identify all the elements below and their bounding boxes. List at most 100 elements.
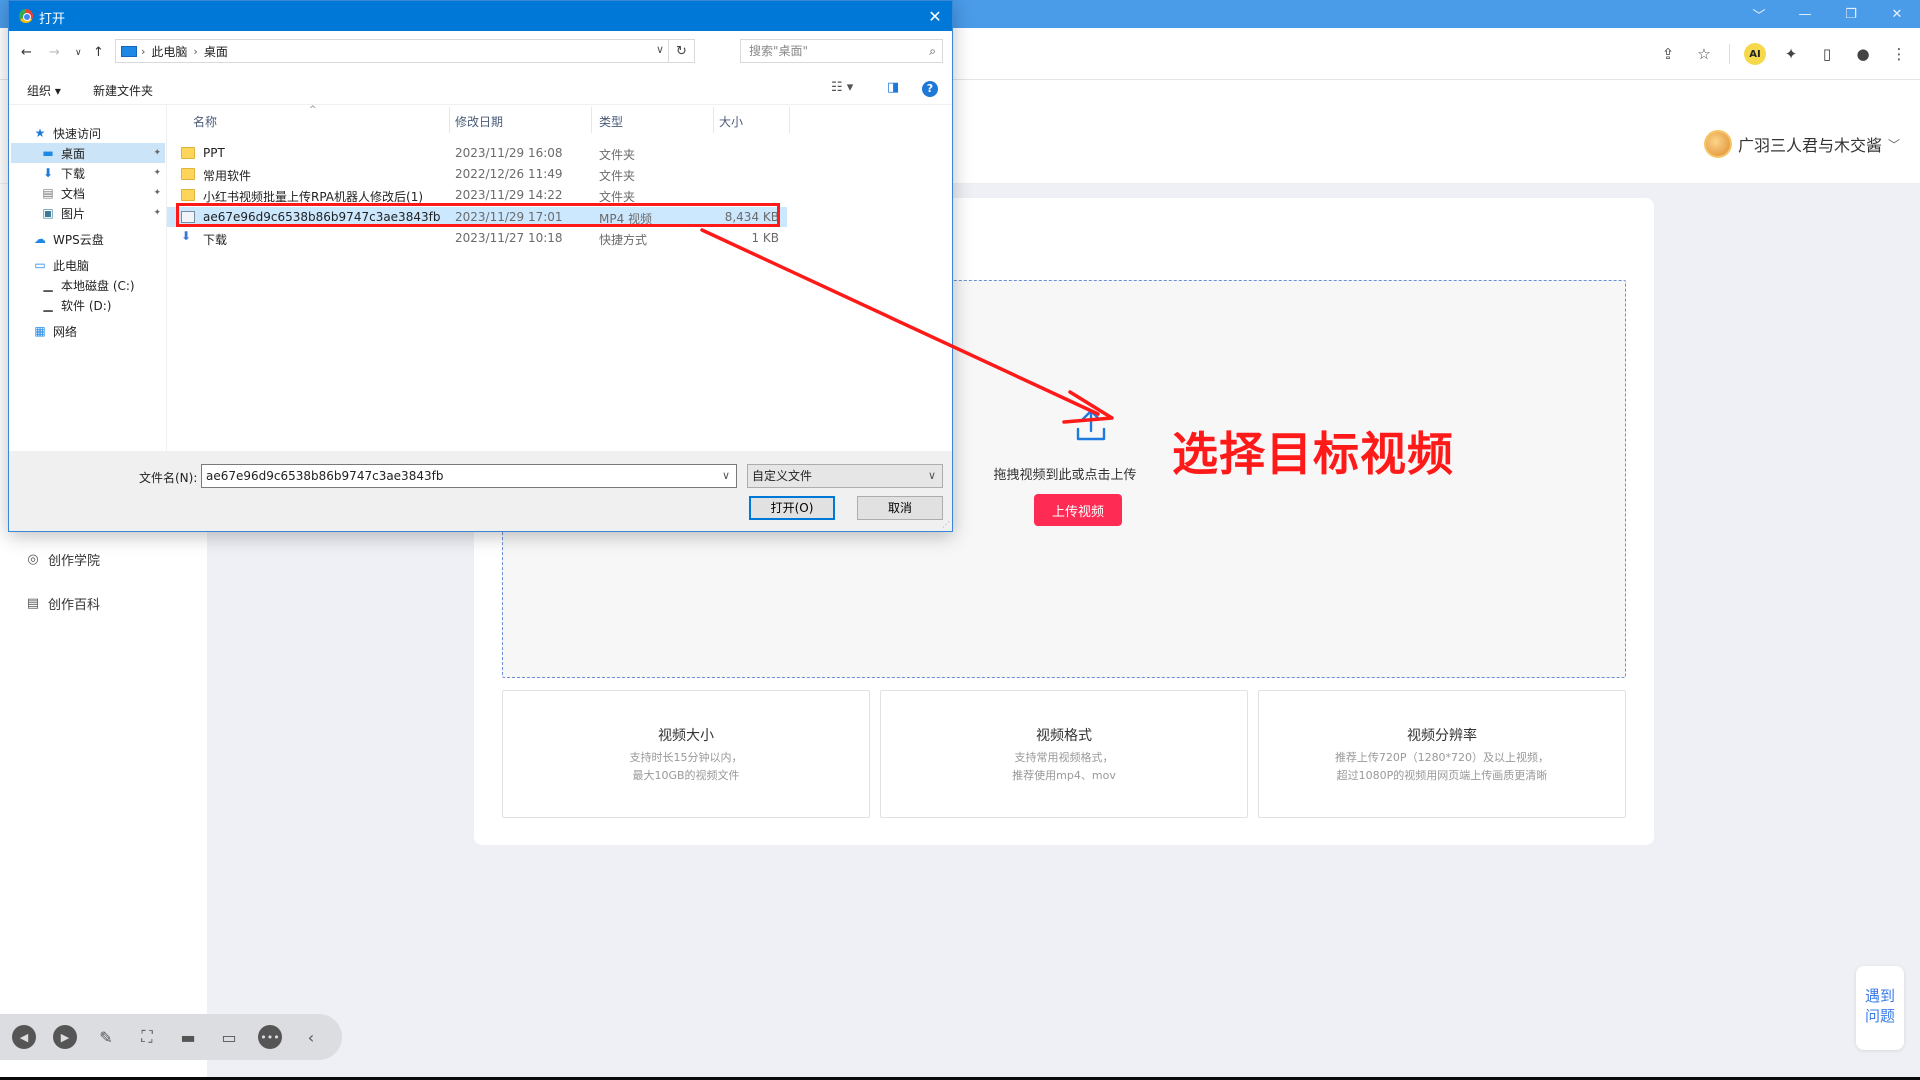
toolbar-icons: ⇪ ☆ AI ✦ ▯ ● ⋮ (1657, 28, 1910, 80)
column-divider[interactable] (591, 107, 592, 133)
spec-title: 视频分辨率 (1407, 728, 1477, 744)
new-folder-button[interactable]: 新建文件夹 (93, 82, 153, 99)
nav-label: 桌面 (61, 146, 86, 161)
breadcrumb-separator: › (193, 44, 198, 58)
search-icon: ⌕ (929, 44, 936, 58)
spec-line: 推荐上传720P（1280*720）及以上视频， (1334, 751, 1550, 764)
comment-icon[interactable]: ▭ (217, 1025, 241, 1049)
screenshot-icon[interactable]: ⛶ (135, 1025, 159, 1049)
nav-wps-cloud[interactable]: ☁ WPS云盘 (33, 229, 163, 249)
tab-search-button[interactable]: ﹀ (1736, 0, 1782, 28)
spec-line: 推荐使用mp4、mov (1012, 769, 1116, 782)
column-divider[interactable] (713, 107, 714, 133)
spec-video-resolution: 视频分辨率 推荐上传720P（1280*720）及以上视频， 超过1080P的视… (1258, 690, 1626, 818)
filename-input[interactable]: ae67e96d9c6538b86b9747c3ae3843fb ∨ (201, 464, 737, 488)
forward-arrow-icon[interactable]: → (49, 45, 60, 60)
minimize-button[interactable]: — (1782, 0, 1828, 28)
file-name: 常用软件 (203, 169, 252, 183)
help-icon[interactable]: ? (922, 81, 938, 97)
sidebar-item-academy[interactable]: ◎ 创作学院 (26, 550, 100, 569)
sidebar-item-wiki[interactable]: ▤ 创作百科 (26, 594, 100, 613)
chevron-down-icon[interactable]: ∨ (656, 43, 664, 56)
column-divider[interactable] (449, 107, 450, 133)
ai-extension-icon[interactable]: AI (1744, 43, 1766, 65)
column-name[interactable]: 名称 (193, 113, 217, 130)
profile-icon[interactable]: ● (1852, 43, 1874, 65)
address-row: ← → ∨ ↑ › 此电脑 › 桌面 ∨ ↻ 搜索"桌面" ⌕ (9, 31, 952, 73)
help-widget[interactable]: 遇到 问题 (1856, 966, 1904, 1050)
view-options-icon[interactable]: ☷ ▾ (831, 80, 853, 95)
desktop-icon: ▬ (42, 146, 54, 160)
preview-pane-icon[interactable]: ◨ (887, 80, 899, 95)
highlight-box (176, 203, 780, 227)
nav-label: 快速访问 (53, 126, 102, 141)
previous-icon[interactable]: ◀ (12, 1025, 36, 1049)
nav-label: 此电脑 (53, 258, 90, 273)
file-row[interactable]: 常用软件 2022/12/26 11:49 文件夹 (167, 164, 787, 184)
wiki-icon: ▤ (26, 596, 40, 611)
refresh-icon[interactable]: ↻ (668, 40, 694, 62)
dialog-close-button[interactable]: ✕ (918, 1, 952, 31)
nav-label: 网络 (53, 324, 78, 339)
menu-icon[interactable]: ⋮ (1888, 43, 1910, 65)
up-arrow-icon[interactable]: ↑ (93, 45, 104, 60)
file-list: ^ 名称 修改日期 类型 大小 PPT 2023/11/29 16:08 文件夹… (167, 105, 952, 451)
chrome-icon (19, 9, 33, 23)
nav-this-pc[interactable]: ▭ 此电脑 (33, 255, 163, 275)
file-name: PPT (203, 146, 225, 160)
open-button[interactable]: 打开(O) (749, 496, 835, 520)
spec-line: 支持时长15分钟以内， (629, 751, 743, 764)
restore-button[interactable]: ❐ (1828, 0, 1874, 28)
chevron-down-icon[interactable]: ∨ (722, 465, 730, 487)
document-icon: ▤ (42, 186, 54, 200)
nav-label: WPS云盘 (53, 232, 104, 247)
breadcrumb-separator: › (141, 44, 146, 58)
column-type[interactable]: 类型 (599, 113, 623, 130)
camera-icon[interactable]: ▬ (176, 1025, 200, 1049)
nav-disk-c[interactable]: ▁ 本地磁盘 (C:) (41, 275, 165, 295)
nav-documents[interactable]: ▤ 文档 ✦ (41, 183, 165, 203)
play-icon[interactable]: ▶ (53, 1025, 77, 1049)
organize-button[interactable]: 组织 ▾ (27, 82, 61, 99)
breadcrumb-desktop[interactable]: 桌面 (204, 43, 228, 60)
pin-icon: ✦ (153, 168, 161, 178)
recent-dropdown-icon[interactable]: ∨ (75, 48, 82, 58)
pen-icon[interactable]: ✎ (94, 1025, 118, 1049)
breadcrumb-this-pc[interactable]: 此电脑 (151, 43, 187, 60)
nav-pictures[interactable]: ▣ 图片 ✦ (41, 203, 165, 223)
column-divider[interactable] (789, 107, 790, 133)
address-bar[interactable]: › 此电脑 › 桌面 ∨ ↻ (115, 39, 695, 63)
file-date: 2023/11/27 10:18 (455, 231, 563, 245)
upload-video-button[interactable]: 上传视频 (1034, 494, 1122, 526)
folder-icon (181, 189, 195, 201)
nav-network[interactable]: ▦ 网络 (33, 321, 163, 341)
filetype-select[interactable]: 自定义文件 ∨ (747, 464, 943, 488)
sidebar-icon[interactable]: ▯ (1816, 43, 1838, 65)
nav-disk-d[interactable]: ▁ 软件 (D:) (41, 295, 165, 315)
share-icon[interactable]: ⇪ (1657, 43, 1679, 65)
more-icon[interactable]: ••• (258, 1025, 282, 1049)
column-size[interactable]: 大小 (719, 113, 743, 130)
user-menu[interactable]: 广羽三人君与木交酱 ﹀ (1703, 130, 1900, 158)
nav-downloads[interactable]: ⬇ 下载 ✦ (41, 163, 165, 183)
cancel-button[interactable]: 取消 (857, 496, 943, 520)
back-arrow-icon[interactable]: ← (21, 45, 32, 60)
file-row[interactable]: 小红书视频批量上传RPA机器人修改后(1) 2023/11/29 14:22 文… (167, 185, 787, 205)
resize-grip-icon[interactable]: ⋰ (942, 520, 950, 529)
file-row[interactable]: PPT 2023/11/29 16:08 文件夹 (167, 143, 787, 163)
column-date[interactable]: 修改日期 (455, 113, 503, 130)
nav-quick-access[interactable]: ★ 快速访问 (33, 123, 163, 143)
download-icon: ⬇ (42, 166, 54, 180)
nav-label: 文档 (61, 186, 86, 201)
puzzle-icon[interactable]: ✦ (1780, 43, 1802, 65)
file-type: 快捷方式 (599, 233, 648, 247)
close-window-button[interactable]: ✕ (1874, 0, 1920, 28)
file-row[interactable]: ⬇ 下载 2023/11/27 10:18 快捷方式 1 KB (167, 228, 787, 248)
annotation-label: 选择目标视频 (1172, 427, 1454, 481)
collapse-icon[interactable]: ‹ (299, 1025, 323, 1049)
star-icon[interactable]: ☆ (1693, 43, 1715, 65)
nav-desktop[interactable]: ▬ 桌面 ✦ (11, 143, 165, 163)
search-input[interactable]: 搜索"桌面" ⌕ (740, 39, 943, 63)
pin-icon: ✦ (153, 148, 161, 158)
chevron-down-icon: ∨ (927, 469, 936, 482)
